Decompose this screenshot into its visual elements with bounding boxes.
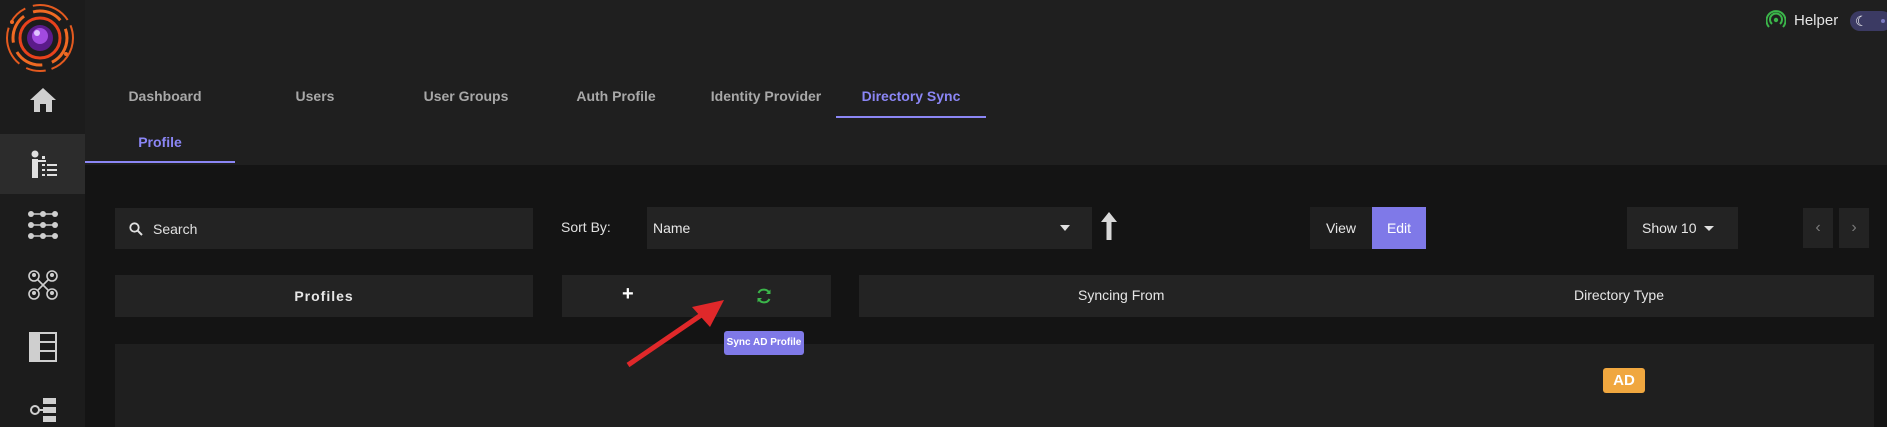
edit-button[interactable]: Edit bbox=[1372, 207, 1426, 249]
layout-icon bbox=[28, 332, 57, 362]
sidebar-item-settings[interactable] bbox=[0, 380, 85, 427]
app-root: Helper ☾ priyanka Dashboard Users User bbox=[0, 0, 1887, 427]
tab-users[interactable]: Users bbox=[245, 78, 385, 118]
table-columns-header: Syncing From Directory Type bbox=[859, 275, 1874, 317]
theme-toggle[interactable]: ☾ bbox=[1850, 11, 1887, 31]
directory-type-badge: AD bbox=[1603, 368, 1645, 393]
column-directory-type: Directory Type bbox=[1574, 287, 1664, 303]
annotation-arrow-icon bbox=[626, 300, 724, 368]
sort-value: Name bbox=[653, 220, 691, 236]
column-syncing-from: Syncing From bbox=[1078, 287, 1165, 303]
search-input[interactable]: Search bbox=[115, 208, 533, 249]
app-logo[interactable] bbox=[4, 2, 76, 74]
sidebar-item-users[interactable] bbox=[0, 134, 85, 194]
sidebar bbox=[0, 0, 85, 427]
helper-label: Helper bbox=[1794, 11, 1839, 29]
settings-tree-icon bbox=[29, 398, 56, 422]
sidebar-item-layout[interactable] bbox=[0, 317, 85, 377]
toggle-dot bbox=[1881, 19, 1885, 23]
moon-icon: ☾ bbox=[1855, 13, 1868, 29]
sidebar-item-apps[interactable] bbox=[0, 195, 85, 255]
sort-select[interactable]: Name bbox=[647, 207, 1092, 249]
arrow-up-icon bbox=[1101, 212, 1117, 240]
sort-direction-button[interactable] bbox=[1099, 210, 1119, 242]
sidebar-item-home[interactable] bbox=[0, 70, 85, 130]
tab-directory-sync[interactable]: Directory Sync bbox=[836, 78, 986, 118]
top-header: Helper ☾ priyanka Dashboard Users User bbox=[85, 0, 1887, 165]
caret-down-icon bbox=[1060, 225, 1070, 231]
tab-identity-provider[interactable]: Identity Provider bbox=[691, 78, 841, 118]
sidebar-item-network[interactable] bbox=[0, 255, 85, 315]
subtab-profile[interactable]: Profile bbox=[85, 124, 235, 163]
sort-by-label: Sort By: bbox=[561, 219, 611, 235]
signal-icon bbox=[1766, 10, 1786, 28]
sync-icon[interactable] bbox=[755, 287, 773, 305]
page-size-select[interactable]: Show 10 bbox=[1627, 207, 1738, 249]
helper-button[interactable]: Helper bbox=[1766, 10, 1838, 30]
user-network-icon bbox=[27, 270, 58, 300]
tab-user-groups[interactable]: User Groups bbox=[391, 78, 541, 118]
caret-down-icon bbox=[1704, 226, 1714, 231]
tab-dashboard[interactable]: Dashboard bbox=[95, 78, 235, 118]
profiles-column-header: Profiles bbox=[115, 275, 533, 317]
tab-auth-profile[interactable]: Auth Profile bbox=[541, 78, 691, 118]
grid-icon bbox=[27, 211, 58, 239]
view-button[interactable]: View bbox=[1310, 207, 1372, 249]
page-size-value: Show 10 bbox=[1642, 220, 1697, 236]
next-page-button[interactable]: › bbox=[1839, 208, 1869, 248]
search-placeholder: Search bbox=[153, 220, 198, 237]
home-icon bbox=[29, 88, 56, 112]
user-list-icon bbox=[31, 150, 57, 178]
sync-tooltip: Sync AD Profile bbox=[724, 331, 804, 355]
prev-page-button[interactable]: ‹ bbox=[1803, 208, 1833, 248]
search-icon bbox=[129, 221, 143, 236]
